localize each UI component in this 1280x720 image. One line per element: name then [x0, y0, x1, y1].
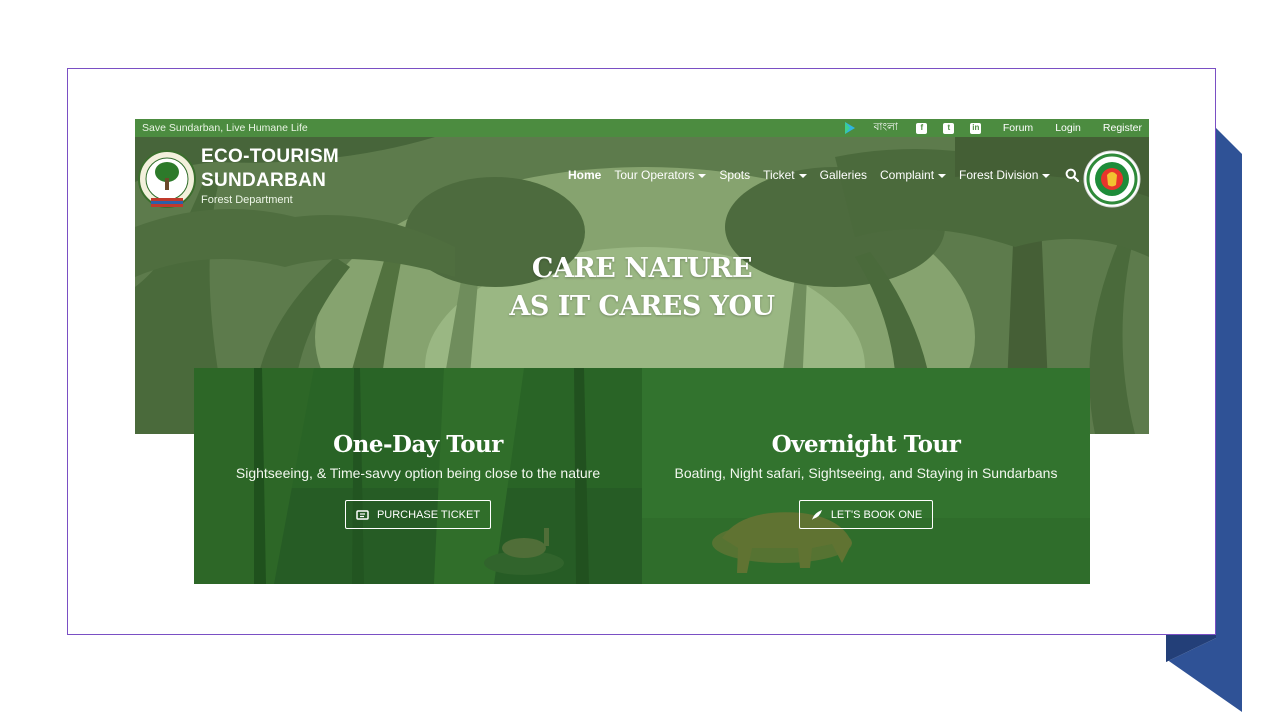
- login-link[interactable]: Login: [1055, 122, 1081, 134]
- top-bar-right: বাংলা f t in Forum Login Register: [829, 119, 1142, 137]
- nav-item-label: Ticket: [763, 168, 795, 182]
- nav-item-label: Tour Operators: [614, 168, 695, 182]
- card-content: Overnight Tour Boating, Night safari, Si…: [642, 431, 1090, 529]
- caret-down-icon: [798, 173, 807, 178]
- nav-item-complaint[interactable]: Complaint: [880, 168, 947, 182]
- button-label: PURCHASE TICKET: [376, 508, 481, 521]
- search-icon[interactable]: [1065, 168, 1080, 182]
- linkedin-icon[interactable]: in: [970, 122, 982, 134]
- caret-down-icon: [1042, 173, 1051, 178]
- card-content: One-Day Tour Sightseeing, & Time-savvy o…: [194, 431, 642, 529]
- slide: Save Sundarban, Live Humane Life বাংলা f…: [0, 0, 1280, 720]
- tour-cards: One-Day Tour Sightseeing, & Time-savvy o…: [194, 368, 1090, 584]
- brand-title-line2: SUNDARBAN: [201, 170, 327, 191]
- card-description: Sightseeing, & Time-savvy option being c…: [235, 465, 601, 481]
- ticket-icon: [356, 509, 369, 520]
- brand-text: ECO-TOURISM SUNDARBAN Forest Department: [201, 145, 339, 206]
- brand[interactable]: ECO-TOURISM SUNDARBAN Forest Department: [135, 145, 339, 215]
- tagline: Save Sundarban, Live Humane Life: [142, 122, 308, 134]
- play-store-icon[interactable]: [844, 122, 856, 134]
- government-seal-icon: [1083, 150, 1141, 208]
- nav-item-forest-division[interactable]: Forest Division: [959, 168, 1051, 182]
- nav-item-spots[interactable]: Spots: [719, 168, 750, 182]
- nav-item-tour-operators[interactable]: Tour Operators: [614, 168, 707, 182]
- button-label: LET'S BOOK ONE: [830, 508, 923, 521]
- brand-title-line1: ECO-TOURISM: [201, 146, 340, 167]
- feather-icon: [811, 509, 822, 520]
- website-screenshot: Save Sundarban, Live Humane Life বাংলা f…: [135, 119, 1149, 584]
- card-title: One-Day Tour: [333, 431, 503, 458]
- one-day-tour-card: One-Day Tour Sightseeing, & Time-savvy o…: [194, 368, 642, 584]
- top-bar: Save Sundarban, Live Humane Life বাংলা f…: [135, 119, 1149, 137]
- card-description: Boating, Night safari, Sightseeing, and …: [674, 465, 1058, 481]
- facebook-icon[interactable]: f: [916, 122, 928, 134]
- brand-subtitle: Forest Department: [201, 194, 293, 206]
- hero-line1: CARE NATURE: [531, 253, 753, 284]
- overnight-tour-card: Overnight Tour Boating, Night safari, Si…: [642, 368, 1090, 584]
- nav-item-home[interactable]: Home: [568, 168, 601, 182]
- caret-down-icon: [938, 173, 947, 178]
- language-link[interactable]: বাংলা: [874, 120, 898, 137]
- caret-down-icon: [698, 173, 707, 178]
- hero-line2: AS IT CARES YOU: [509, 291, 775, 322]
- card-title: Overnight Tour: [771, 431, 961, 458]
- hero-headline: CARE NATURE AS IT CARES YOU: [435, 250, 849, 326]
- twitter-icon[interactable]: t: [943, 122, 955, 134]
- nav-item-galleries[interactable]: Galleries: [820, 168, 867, 182]
- forest-department-logo: [135, 145, 197, 215]
- lets-book-one-button[interactable]: LET'S BOOK ONE: [798, 500, 934, 529]
- nav-item-ticket[interactable]: Ticket: [763, 168, 807, 182]
- nav-item-label: Complaint: [880, 168, 935, 182]
- main-nav: Home Tour Operators Spots Ticket Galleri…: [568, 168, 1080, 182]
- nav-item-label: Forest Division: [959, 168, 1039, 182]
- register-link[interactable]: Register: [1103, 122, 1142, 134]
- purchase-ticket-button[interactable]: PURCHASE TICKET: [344, 500, 492, 529]
- forum-link[interactable]: Forum: [1003, 122, 1033, 134]
